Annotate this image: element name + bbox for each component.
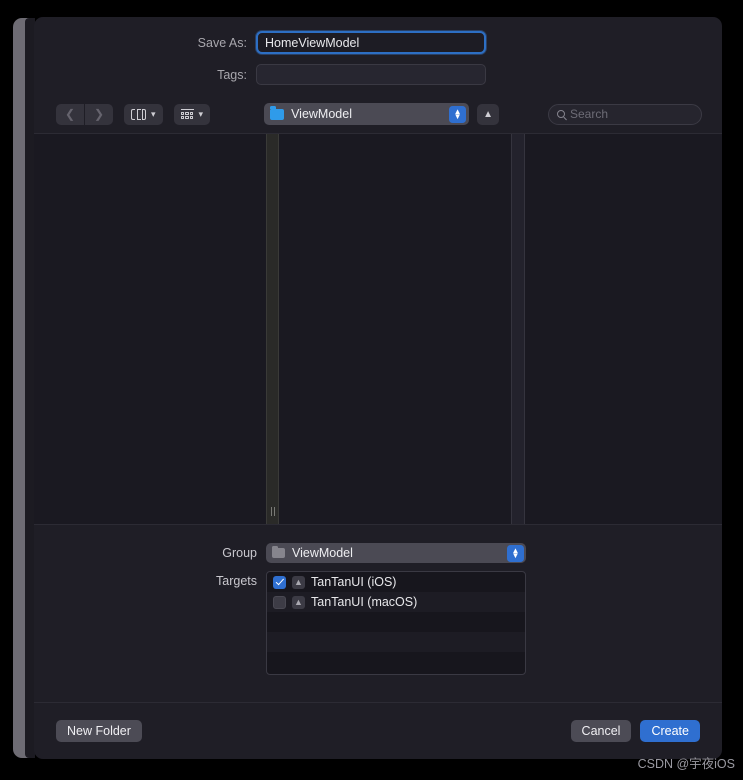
dialog-footer: New Folder Cancel Create	[34, 702, 722, 759]
targets-label: Targets	[216, 574, 257, 588]
target-name: TanTanUI (macOS)	[311, 595, 418, 609]
target-checkbox[interactable]	[273, 575, 286, 589]
popup-stepper-icon: ▲ ▼	[449, 105, 467, 123]
blue-folder-icon	[270, 106, 285, 120]
save-as-value: HomeViewModel	[265, 35, 360, 50]
group-row: Group ViewModel ▲ ▼	[34, 543, 722, 563]
location-popup-label: ViewModel	[291, 107, 352, 121]
popup-stepper-icon: ▲ ▼	[507, 544, 524, 562]
footer-actions: Cancel Create	[570, 720, 700, 742]
location-popup-button[interactable]: ViewModel ▲ ▼	[264, 103, 470, 125]
watermark: CSDN @宇夜iOS	[637, 757, 735, 771]
column-resize-grip[interactable]	[270, 507, 275, 516]
browser-column-1[interactable]	[34, 134, 266, 524]
save-dialog: Save As: HomeViewModel Tags: ❮ ❯ ▾ ▾ Vie…	[34, 17, 722, 759]
cancel-button[interactable]: Cancel	[570, 720, 632, 742]
targets-list[interactable]: ▲ TanTanUI (iOS) ▲ TanTanUI (macOS)	[266, 571, 526, 675]
column-view-icon	[131, 108, 146, 120]
chevron-left-icon: ❮	[64, 107, 76, 121]
group-popup-button[interactable]: ViewModel ▲ ▼	[266, 543, 526, 563]
group-by-button[interactable]: ▾	[173, 103, 211, 125]
table-row-empty	[267, 652, 525, 672]
xcode-options: Group ViewModel ▲ ▼ Targets ▲ TanTanUI (i…	[34, 525, 722, 675]
search-input[interactable]: Search	[548, 103, 702, 125]
back-button[interactable]: ❮	[56, 103, 84, 125]
file-browser[interactable]	[34, 133, 722, 525]
target-checkbox[interactable]	[273, 595, 286, 609]
browser-column-2[interactable]	[279, 134, 511, 524]
create-button[interactable]: Create	[640, 720, 700, 742]
xcode-target-icon: ▲	[292, 575, 305, 589]
column-divider-2[interactable]	[511, 134, 525, 524]
target-name: TanTanUI (iOS)	[311, 575, 397, 589]
forward-button[interactable]: ❯	[85, 103, 113, 125]
table-row-empty	[267, 612, 525, 632]
enclosing-folder-button[interactable]: ▲	[477, 103, 500, 125]
view-mode-button[interactable]: ▾	[124, 103, 163, 125]
xcode-target-icon: ▲	[292, 595, 305, 609]
search-placeholder: Search	[570, 107, 609, 121]
chevron-down-icon: ▾	[198, 108, 204, 119]
save-as-label: Save As:	[197, 35, 247, 50]
group-by-icon	[180, 108, 194, 120]
save-form: Save As: HomeViewModel Tags:	[34, 17, 722, 85]
tags-row: Tags:	[34, 64, 722, 85]
save-as-row: Save As: HomeViewModel	[34, 31, 722, 54]
search-icon	[557, 110, 565, 118]
browser-toolbar: ❮ ❯ ▾ ▾ ViewModel ▲ ▼ ▲ Search	[34, 95, 722, 133]
chevron-down-icon: ▾	[151, 108, 156, 119]
chevron-up-icon: ▲	[483, 108, 494, 120]
column-divider-1[interactable]	[266, 134, 279, 524]
chevron-right-icon: ❯	[93, 107, 105, 121]
save-as-input[interactable]: HomeViewModel	[256, 31, 486, 54]
table-row[interactable]: ▲ TanTanUI (iOS)	[267, 572, 525, 592]
table-row-empty	[267, 632, 525, 652]
table-row[interactable]: ▲ TanTanUI (macOS)	[267, 592, 525, 612]
new-folder-button[interactable]: New Folder	[56, 720, 142, 742]
navigation-buttons: ❮ ❯	[56, 103, 113, 125]
tags-input[interactable]	[256, 64, 486, 85]
targets-row: Targets ▲ TanTanUI (iOS) ▲ TanTanUI (mac…	[34, 571, 722, 675]
group-popup-label: ViewModel	[292, 546, 353, 560]
browser-column-3[interactable]	[525, 134, 722, 524]
gray-folder-icon	[272, 545, 285, 558]
screen: Save As: HomeViewModel Tags: ❮ ❯ ▾ ▾ Vie…	[0, 0, 743, 780]
group-label: Group	[222, 546, 257, 560]
tags-label: Tags:	[217, 67, 247, 82]
